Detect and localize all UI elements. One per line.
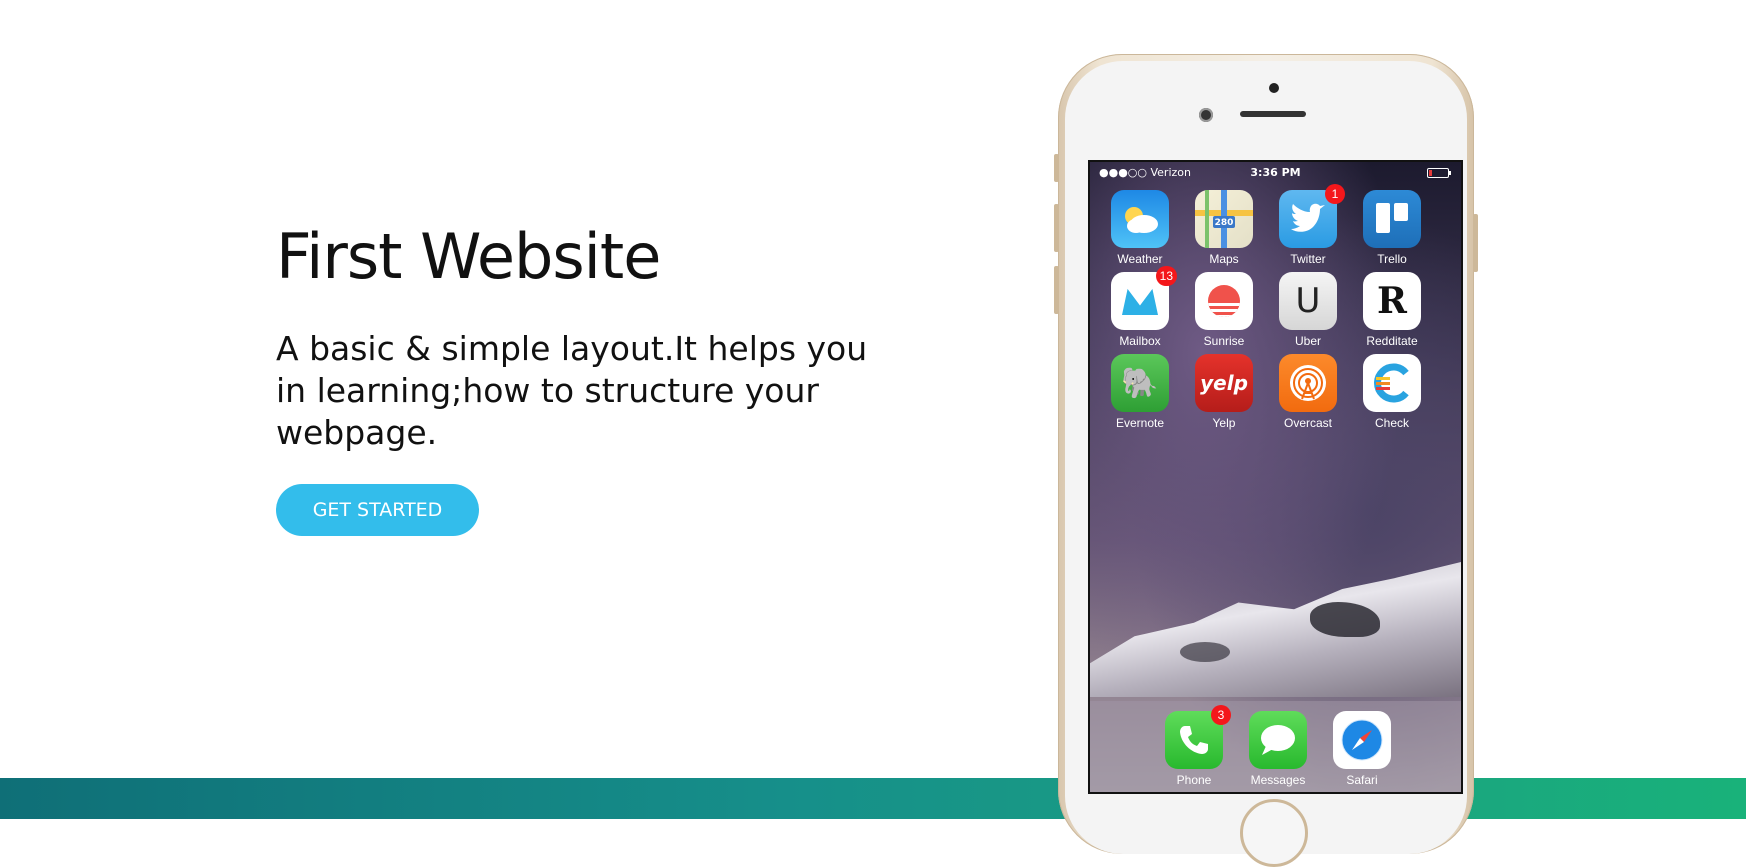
phone-screen: ●●●○○ Verizon 3:36 PM Weather 280 Maps 1… [1088, 160, 1463, 794]
earpiece-speaker [1240, 111, 1306, 117]
app-trello: Trello [1354, 190, 1430, 266]
front-camera [1199, 108, 1213, 122]
overcast-icon [1279, 354, 1337, 412]
app-label: Overcast [1283, 416, 1332, 430]
weather-icon [1111, 190, 1169, 248]
maps-icon: 280 [1195, 190, 1253, 248]
app-check: Check [1354, 354, 1430, 430]
app-mailbox: 13 Mailbox [1102, 266, 1178, 348]
app-label: Messages [1250, 773, 1306, 787]
notification-badge: 1 [1325, 184, 1345, 204]
app-phone: 3 Phone [1156, 705, 1232, 787]
trello-icon [1363, 190, 1421, 248]
get-started-button[interactable]: GET STARTED [276, 484, 479, 536]
app-label: Safari [1346, 773, 1378, 787]
maps-route-label: 280 [1214, 218, 1234, 228]
app-messages: Messages [1240, 711, 1316, 787]
app-redditate: R Redditate [1354, 272, 1430, 348]
status-time: 3:36 PM [1250, 166, 1301, 179]
mailbox-icon: 13 [1111, 266, 1177, 330]
app-label: Evernote [1115, 416, 1165, 430]
status-bar: ●●●○○ Verizon 3:36 PM [1090, 162, 1461, 182]
app-label: Phone [1176, 773, 1212, 787]
uber-icon: U [1279, 272, 1337, 330]
app-label: Sunrise [1203, 334, 1245, 348]
wallpaper-rock [1180, 642, 1230, 662]
notification-badge: 3 [1211, 705, 1231, 725]
phone-face: ●●●○○ Verizon 3:36 PM Weather 280 Maps 1… [1065, 61, 1467, 867]
home-button [1240, 799, 1308, 867]
app-label: Redditate [1366, 334, 1418, 348]
app-weather: Weather [1102, 190, 1178, 266]
app-label: Twitter [1290, 252, 1326, 266]
app-label: Weather [1117, 252, 1163, 266]
app-label: Trello [1377, 252, 1407, 266]
footer-band [0, 778, 1746, 819]
app-label: Mailbox [1119, 334, 1161, 348]
yelp-icon: yelp [1195, 354, 1253, 412]
hero-subtitle: A basic & simple layout.It helps you in … [276, 329, 868, 452]
app-evernote: 🐘 Evernote [1102, 354, 1178, 430]
app-maps: 280 Maps [1186, 190, 1262, 266]
phone-mute-switch [1054, 154, 1059, 182]
twitter-icon: 1 [1279, 184, 1345, 248]
app-label: Maps [1209, 252, 1239, 266]
app-yelp: yelp Yelp [1186, 354, 1262, 430]
dock: 3 Phone Messages Safari [1090, 701, 1461, 792]
phone-icon: 3 [1165, 705, 1231, 769]
phone-volume-up [1054, 204, 1059, 252]
app-label: Yelp [1212, 416, 1236, 430]
app-sunrise: Sunrise [1186, 272, 1262, 348]
redditate-icon: R [1363, 272, 1421, 330]
phone-volume-down [1054, 266, 1059, 314]
messages-icon [1249, 711, 1307, 769]
app-safari: Safari [1324, 711, 1400, 787]
page-title: First Website [276, 220, 661, 293]
app-overcast: Overcast [1270, 354, 1346, 430]
sunrise-icon [1195, 272, 1253, 330]
phone-power-button [1473, 214, 1478, 272]
hero-text: First Website A basic & simple layout.It… [276, 222, 896, 454]
safari-icon [1333, 711, 1391, 769]
app-label: Uber [1294, 334, 1321, 348]
app-twitter: 1 Twitter [1270, 184, 1346, 266]
phone-mockup: ●●●○○ Verizon 3:36 PM Weather 280 Maps 1… [1054, 54, 1478, 867]
notification-badge: 13 [1155, 266, 1177, 286]
battery-icon [1427, 168, 1451, 178]
app-uber: U Uber [1270, 272, 1346, 348]
evernote-icon: 🐘 [1111, 354, 1169, 412]
front-sensor [1269, 83, 1279, 93]
check-icon [1363, 354, 1421, 412]
app-label: Check [1374, 416, 1409, 430]
